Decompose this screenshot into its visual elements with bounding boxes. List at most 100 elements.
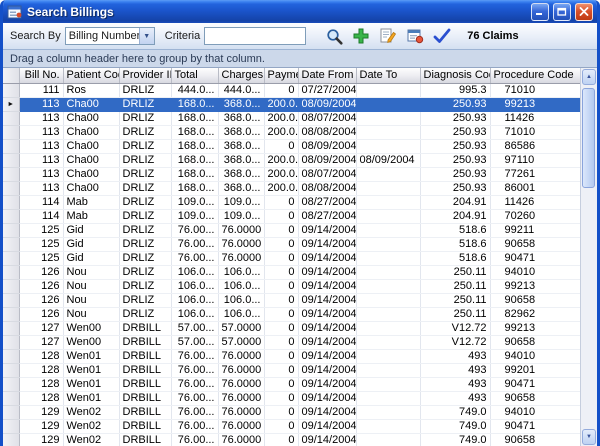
group-by-bar[interactable]: Drag a column header here to group by th…: [3, 50, 597, 68]
claim-form-button[interactable]: [403, 24, 427, 48]
row-indicator: [3, 83, 19, 97]
cell: Wen02: [63, 405, 119, 419]
minimize-button[interactable]: [531, 3, 549, 21]
search-by-select[interactable]: Billing Number ▼: [65, 27, 155, 45]
titlebar[interactable]: Search Billings: [3, 0, 597, 23]
search-button[interactable]: [322, 24, 346, 48]
cell: 368.0...: [218, 111, 264, 125]
table-row[interactable]: 114MabDRLIZ109.0...109.0...008/27/200420…: [3, 195, 580, 209]
table-row[interactable]: 129Wen02DRBILL76.00...76.0000009/14/2004…: [3, 419, 580, 433]
column-header-patient-code[interactable]: Patient Code: [63, 68, 119, 83]
table-row[interactable]: 126NouDRLIZ106.0...106.0...009/14/200425…: [3, 293, 580, 307]
cell: 106.0...: [171, 279, 218, 293]
row-indicator: [3, 153, 19, 167]
cell: 57.00...: [171, 335, 218, 349]
table-row[interactable]: 128Wen01DRBILL76.00...76.0000009/14/2004…: [3, 363, 580, 377]
close-button[interactable]: [575, 3, 593, 21]
table-row[interactable]: 114MabDRLIZ109.0...109.0...008/27/200420…: [3, 209, 580, 223]
table-row[interactable]: 126NouDRLIZ106.0...106.0...009/14/200425…: [3, 265, 580, 279]
table-row[interactable]: 128Wen01DRBILL76.00...76.0000009/14/2004…: [3, 391, 580, 405]
table-row[interactable]: 125GidDRLIZ76.00...76.0000009/14/2004518…: [3, 251, 580, 265]
cell: 168.0...: [171, 153, 218, 167]
table-row[interactable]: 113Cha00DRLIZ168.0...368.0...200.0...08/…: [3, 111, 580, 125]
maximize-button[interactable]: [553, 3, 571, 21]
column-header-bill-no[interactable]: Bill No.: [19, 68, 63, 83]
scroll-up-icon[interactable]: ▲: [582, 69, 596, 85]
cell: 250.93: [420, 181, 490, 195]
cell: 57.0000: [218, 335, 264, 349]
row-indicator: [3, 223, 19, 237]
table-row[interactable]: 127Wen00DRBILL57.00...57.0000009/14/2004…: [3, 321, 580, 335]
cell: 09/14/2004: [298, 223, 356, 237]
cell: 57.0000: [218, 321, 264, 335]
column-header-date-to[interactable]: Date To: [356, 68, 420, 83]
cell: 76.0000: [218, 405, 264, 419]
column-header-diagnosis-code[interactable]: Diagnosis Code: [420, 68, 490, 83]
cell: 113: [19, 167, 63, 181]
row-indicator: [3, 181, 19, 195]
cell: 76.00...: [171, 405, 218, 419]
add-button[interactable]: [349, 24, 373, 48]
row-indicator: [3, 195, 19, 209]
cell: 0: [264, 433, 298, 446]
cell: [356, 419, 420, 433]
column-header-date-from[interactable]: Date From: [298, 68, 356, 83]
table-row[interactable]: 125GidDRLIZ76.00...76.0000009/14/2004518…: [3, 237, 580, 251]
cell: Cha00: [63, 111, 119, 125]
table-row[interactable]: ►113Cha00DRLIZ168.0...368.0...200.0...08…: [3, 97, 580, 111]
table-row[interactable]: 129Wen02DRBILL76.00...76.0000009/14/2004…: [3, 405, 580, 419]
table-row[interactable]: 113Cha00DRLIZ168.0...368.0...200.0...08/…: [3, 167, 580, 181]
column-header-procedure-code[interactable]: Procedure Code: [490, 68, 580, 83]
column-header-charges[interactable]: Charges: [218, 68, 264, 83]
scrollbar-track[interactable]: [582, 86, 596, 428]
cell: 99213: [490, 321, 580, 335]
row-indicator: [3, 167, 19, 181]
cell: DRLIZ: [119, 279, 171, 293]
column-header-payme[interactable]: Payme...: [264, 68, 298, 83]
table-row[interactable]: 113Cha00DRLIZ168.0...368.0...200.0...08/…: [3, 181, 580, 195]
column-header-total[interactable]: Total: [171, 68, 218, 83]
cell: 113: [19, 97, 63, 111]
post-check-button[interactable]: [430, 24, 454, 48]
cell: 493: [420, 377, 490, 391]
table-row[interactable]: 113Cha00DRLIZ168.0...368.0...200.0...08/…: [3, 125, 580, 139]
table-row[interactable]: 125GidDRLIZ76.00...76.0000009/14/2004518…: [3, 223, 580, 237]
edit-button[interactable]: [376, 24, 400, 48]
row-indicator: [3, 335, 19, 349]
cell: 368.0...: [218, 181, 264, 195]
cell: 204.91: [420, 209, 490, 223]
chevron-down-icon[interactable]: ▼: [139, 28, 154, 44]
cell: DRBILL: [119, 391, 171, 405]
scroll-down-icon[interactable]: ▼: [582, 429, 596, 445]
cell: 99201: [490, 363, 580, 377]
table-row[interactable]: 128Wen01DRBILL76.00...76.0000009/14/2004…: [3, 349, 580, 363]
table-row[interactable]: 111RosDRLIZ444.0...444.0...007/27/200499…: [3, 83, 580, 97]
table-row[interactable]: 129Wen02DRBILL76.00...76.0000009/14/2004…: [3, 433, 580, 446]
table-row[interactable]: 126NouDRLIZ106.0...106.0...009/14/200425…: [3, 307, 580, 321]
grid-table: Bill No.Patient CodeProvider IDTotalChar…: [3, 68, 580, 446]
cell: [356, 335, 420, 349]
cell: 128: [19, 363, 63, 377]
table-row[interactable]: 127Wen00DRBILL57.00...57.0000009/14/2004…: [3, 335, 580, 349]
column-header-provider-id[interactable]: Provider ID: [119, 68, 171, 83]
cell: DRBILL: [119, 433, 171, 446]
cell: [356, 349, 420, 363]
table-row[interactable]: 126NouDRLIZ106.0...106.0...009/14/200425…: [3, 279, 580, 293]
row-indicator: [3, 251, 19, 265]
vertical-scrollbar[interactable]: ▲ ▼: [580, 68, 597, 446]
row-indicator: [3, 405, 19, 419]
criteria-input[interactable]: [204, 27, 306, 45]
claim-form-icon: [406, 27, 424, 45]
cell: 168.0...: [171, 181, 218, 195]
window-title: Search Billings: [27, 5, 527, 19]
cell: 90658: [490, 391, 580, 405]
cell: 09/14/2004: [298, 363, 356, 377]
table-row[interactable]: 128Wen01DRBILL76.00...76.0000009/14/2004…: [3, 377, 580, 391]
table-row[interactable]: 113Cha00DRLIZ168.0...368.0...200.0...08/…: [3, 153, 580, 167]
table-row[interactable]: 113Cha00DRLIZ168.0...368.0...008/09/2004…: [3, 139, 580, 153]
cell: 0: [264, 265, 298, 279]
scrollbar-thumb[interactable]: [582, 88, 595, 188]
cell: 0: [264, 237, 298, 251]
row-indicator: [3, 139, 19, 153]
cell: 08/09/2004: [298, 97, 356, 111]
